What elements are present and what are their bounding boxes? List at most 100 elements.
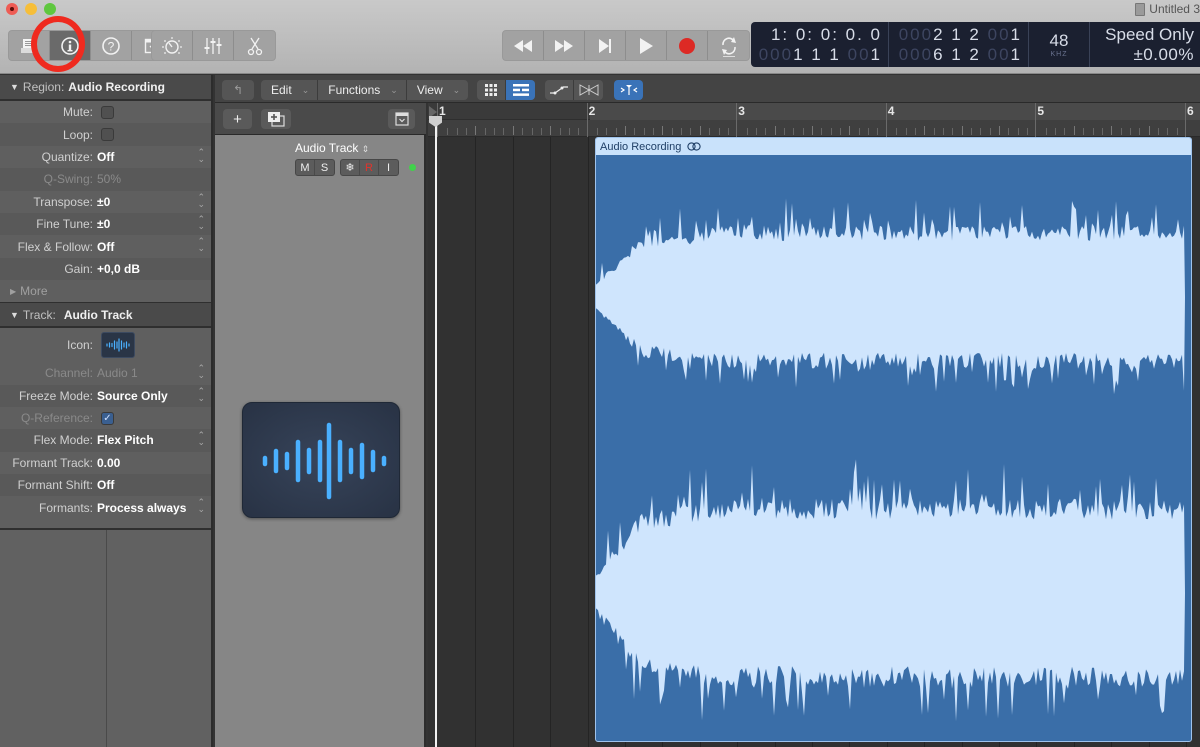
freeze-button[interactable]: ❄ [341,160,360,175]
bar-number: 6 [1187,104,1194,118]
lcd-display[interactable]: 1: 0: 0: 0. 0 0001 1 1 001 0002 1 2 001 … [751,22,1200,67]
stepper-icon[interactable]: ⌃ ⌄ [197,386,205,402]
ruler-tick [1092,128,1094,135]
audio-region[interactable]: Audio Recording [595,137,1192,742]
param-value[interactable]: Audio 1 [97,366,138,380]
input-monitor-button[interactable]: I [379,160,398,175]
automation-flex-toggle [545,80,603,100]
new-track-button[interactable]: + [223,109,252,129]
lcd-right-locator: 0006 1 2 001 [898,44,1022,64]
ruler-tick [830,128,832,135]
track-icon-well[interactable] [101,332,135,359]
more-disclosure[interactable]: ▶ More [0,280,211,302]
playhead[interactable] [435,116,437,747]
inspector-row-fine-tune: Fine Tune: ±0 ⌃ ⌄ [0,212,211,236]
param-value[interactable]: Source Only [97,389,168,403]
catch-button[interactable] [614,80,643,100]
svg-text:?: ? [108,39,115,53]
bar-number: 4 [887,104,895,118]
stepper-icon[interactable]: ⌃ ⌄ [197,237,205,253]
track-header-toolbar: + [215,103,426,135]
duplicate-track-icon [268,112,285,127]
param-value[interactable]: +0,0 dB [97,262,140,276]
param-value[interactable]: ±0 [97,217,110,231]
ruler-tick [596,128,598,135]
stepper-icon[interactable]: ⌃ ⌄ [197,192,205,208]
minimize-window-button[interactable] [25,3,37,15]
mute-button[interactable]: M [296,160,315,175]
stepper-icon[interactable]: ⌃ ⌄ [197,147,205,163]
param-value[interactable]: Off [97,150,114,164]
ruler-tick [868,128,870,135]
ruler-tick [559,128,561,135]
param-value[interactable]: 50% [97,172,121,186]
stepper-icon[interactable]: ⌃ ⌄ [197,431,205,447]
ruler-tick [783,128,785,135]
param-value[interactable]: Process always [97,501,186,515]
solo-button[interactable]: S [315,160,334,175]
ruler-tick [840,128,842,135]
param-label: Channel: [44,366,93,381]
param-value[interactable]: ±0 [97,195,110,209]
duplicate-track-button[interactable] [261,109,291,129]
region-inspector-header[interactable]: ▼ Region: Audio Recording [0,75,211,101]
ruler-tick [952,128,954,135]
tracks-view-button[interactable] [506,80,535,100]
disclosure-triangle-icon[interactable]: ▼ [10,82,19,92]
bar-line [1185,103,1186,137]
disclosure-triangle-icon[interactable]: ▼ [10,310,19,320]
zoom-window-button[interactable] [44,3,56,15]
record-button[interactable] [667,31,708,60]
checkbox[interactable] [101,105,114,119]
ruler-tick [522,128,524,135]
cycle-icon [721,36,736,57]
fast-forward-button[interactable] [544,31,585,60]
param-label: Flex Mode: [33,433,93,448]
stepper-icon[interactable]: ⌃ ⌄ [197,364,205,380]
view-menu[interactable]: View ⌄ [407,80,468,100]
catch-back-button[interactable]: ↰ [222,80,254,100]
control-bar: Untitled 3 ? 1: 0: 0: 0. 0 0001 1 1 001 … [0,0,1200,74]
checkbox[interactable] [101,128,114,142]
inspector-button[interactable] [50,31,91,60]
library-button[interactable] [9,31,50,60]
ruler-tick [727,128,729,135]
ruler-tick [456,128,458,135]
edit-menu[interactable]: Edit ⌄ [261,80,319,100]
bar-ruler[interactable]: 1 2 3 4 5 6 [428,103,1200,137]
track-inspector-header[interactable]: ▼ Track: Audio Track [0,302,211,329]
logic-pro-window: Untitled 3 ? 1: 0: 0: 0. 0 0001 1 1 001 … [0,0,1200,747]
param-value[interactable]: Off [97,240,114,254]
quick-help-button[interactable]: ? [91,31,132,60]
param-value[interactable]: Flex Pitch [97,433,154,447]
functions-menu[interactable]: Functions ⌄ [318,80,407,100]
mute-solo-group: M S [295,159,335,176]
checkbox[interactable]: ✓ [101,411,114,425]
play-button[interactable] [626,31,667,60]
ruler-tick [1083,128,1085,135]
param-label: Q-Swing: [43,172,93,187]
lcd-left-locator: 0002 1 2 001 [898,24,1022,44]
flex-button[interactable] [574,80,603,100]
go-to-end-button[interactable] [585,31,626,60]
catch-playhead-toggle [614,80,643,100]
track-name-field[interactable]: Audio Track ⇕ [295,141,369,155]
param-label: Loop: [62,127,93,142]
ruler-tick [625,126,626,135]
stepper-icon[interactable]: ⌃ ⌄ [197,498,205,514]
editors-button[interactable] [234,31,275,60]
chevron-down-icon: ⌄ [301,84,310,95]
stepper-icon[interactable]: ⌃ ⌄ [197,214,205,230]
grid-view-button[interactable] [477,80,506,100]
mixer-button[interactable] [193,31,234,60]
param-value[interactable]: 0.00 [97,456,120,470]
smart-controls-button[interactable] [152,31,193,60]
record-enable-button[interactable]: R [360,160,379,175]
param-value[interactable]: Off [97,478,114,492]
automation-button[interactable] [545,80,574,100]
close-window-button[interactable] [6,3,18,15]
plus-icon: + [233,110,242,128]
cycle-button[interactable] [708,31,749,60]
global-tracks-button[interactable] [388,109,415,129]
rewind-button[interactable] [503,31,544,60]
